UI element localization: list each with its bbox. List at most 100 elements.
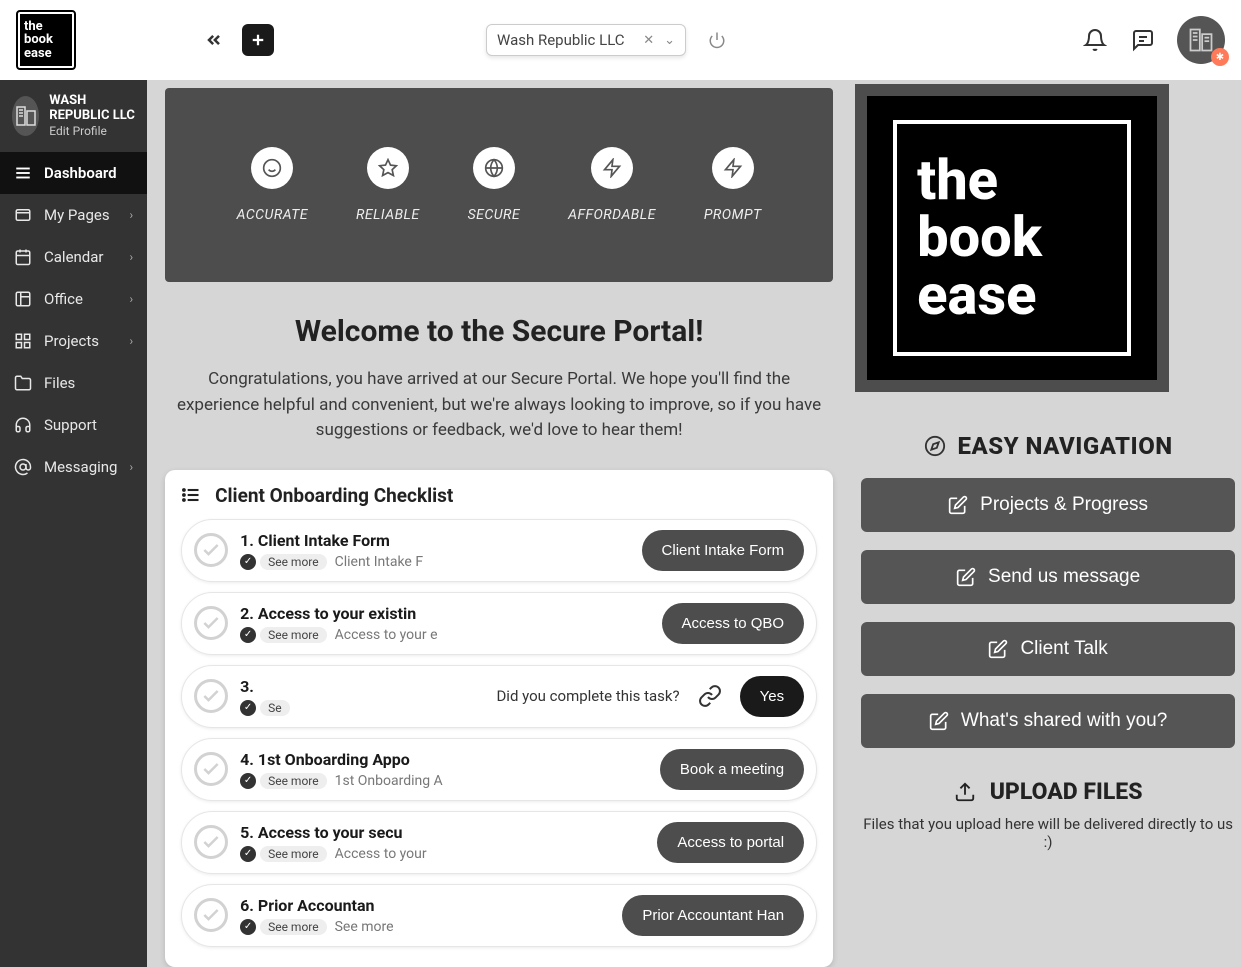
- calendar-icon: [14, 248, 32, 266]
- power-icon[interactable]: [708, 31, 726, 49]
- sidebar-item-label: Calendar: [44, 248, 104, 266]
- compass-icon: [924, 435, 946, 457]
- see-more-badge[interactable]: ✓Se: [240, 700, 290, 716]
- sidebar-item-office[interactable]: Office ›: [0, 278, 147, 320]
- chevron-down-icon[interactable]: ⌄: [664, 33, 675, 48]
- checklist-item: 1. Client Intake Form✓See moreClient Int…: [181, 519, 817, 582]
- collapse-sidebar-icon[interactable]: [198, 24, 230, 56]
- quick-nav-button[interactable]: What's shared with you?: [861, 694, 1235, 748]
- sidebar-item-calendar[interactable]: Calendar›: [0, 236, 147, 278]
- welcome-heading: Welcome to the Secure Portal!: [165, 314, 833, 349]
- task-prompt: Did you complete this task?: [496, 687, 679, 705]
- see-more-badge[interactable]: ✓See more: [240, 627, 327, 643]
- hubspot-badge-icon: ✱: [1211, 48, 1229, 66]
- clear-company-icon[interactable]: ✕: [643, 33, 654, 48]
- see-more-badge[interactable]: ✓See more: [240, 846, 327, 862]
- banner-item-prompt: PROMPT: [704, 147, 762, 223]
- top-bar: the book ease Wash Republic LLC ✕ ⌄ ✱: [0, 0, 1241, 80]
- chat-icon[interactable]: [1129, 26, 1157, 54]
- banner-label: PROMPT: [704, 207, 762, 223]
- company-name: Wash Republic LLC: [497, 31, 633, 49]
- quick-nav-button[interactable]: Projects & Progress: [861, 478, 1235, 532]
- edit-icon: [948, 495, 968, 515]
- checklist-action-button[interactable]: Client Intake Form: [642, 530, 805, 571]
- banner-item-reliable: RELIABLE: [356, 147, 420, 223]
- topbar-right: ✱: [1081, 16, 1225, 64]
- sidebar-item-projects[interactable]: Projects›: [0, 320, 147, 362]
- edit-profile-link[interactable]: Edit Profile: [49, 124, 135, 138]
- logo-line3: ease: [24, 47, 68, 61]
- chevron-right-icon: ›: [129, 292, 133, 306]
- sidebar-item-dashboard[interactable]: Dashboard: [0, 152, 147, 194]
- sidebar-item-files[interactable]: Files: [0, 362, 147, 404]
- checklist-item: 4. 1st Onboarding Appo ✓See more 1st Onboa…: [181, 738, 817, 801]
- quick-nav-label: What's shared with you?: [961, 710, 1167, 732]
- smile-icon: [251, 147, 293, 189]
- welcome-body: Congratulations, you have arrived at our…: [165, 367, 833, 444]
- sidebar-item-label: Dashboard: [44, 164, 117, 182]
- logo-line2: book: [24, 33, 68, 47]
- checklist-item: 2. Access to your existin✓See moreAccess…: [181, 592, 817, 655]
- add-button[interactable]: [242, 24, 274, 56]
- profile-row[interactable]: WASH REPUBLIC LLC Edit Profile: [0, 80, 147, 152]
- check-title: 3.: [240, 677, 484, 696]
- upload-icon: [954, 781, 976, 803]
- check-circle-icon[interactable]: [194, 825, 228, 859]
- sidebar-item-label: Files: [44, 374, 75, 392]
- globe-icon: [473, 147, 515, 189]
- building-icon: [12, 96, 39, 136]
- sidebar-item-label: My Pages: [44, 206, 110, 224]
- projects-icon: [14, 332, 32, 350]
- checklist-action-button[interactable]: Book a meeting: [660, 749, 804, 790]
- quick-nav-button[interactable]: Send us message: [861, 550, 1235, 604]
- brand-line3: ease: [917, 267, 1107, 324]
- check-circle-icon[interactable]: [194, 606, 228, 640]
- see-more-badge[interactable]: ✓See more: [240, 773, 327, 789]
- quick-nav-button[interactable]: Client Talk: [861, 622, 1235, 676]
- folder-icon: [14, 374, 32, 392]
- banner-label: AFFORDABLE: [568, 207, 656, 223]
- banner-label: ACCURATE: [237, 207, 308, 223]
- logo-line1: the: [24, 20, 68, 34]
- bell-icon[interactable]: [1081, 26, 1109, 54]
- avatar[interactable]: ✱: [1177, 16, 1225, 64]
- link-icon[interactable]: [698, 684, 722, 708]
- pages-icon: [14, 206, 32, 224]
- check-sub: Access to your: [335, 846, 427, 862]
- banner-item-affordable: AFFORDABLE: [568, 147, 656, 223]
- chevron-right-icon: ›: [129, 460, 133, 474]
- see-more-badge[interactable]: ✓See more: [240, 554, 327, 570]
- check-sub: See more: [335, 919, 394, 935]
- yes-button[interactable]: Yes: [740, 676, 804, 717]
- sidebar-item-label: Projects: [44, 332, 99, 350]
- check-sub: 1st Onboarding A: [335, 773, 443, 789]
- checklist-action-button[interactable]: Access to portal: [657, 822, 804, 863]
- sidebar: WASH REPUBLIC LLC Edit Profile Dashboard…: [0, 80, 147, 967]
- see-more-badge[interactable]: ✓See more: [240, 919, 327, 935]
- brand-line2: book: [917, 209, 1107, 266]
- sidebar-item-label: Messaging: [44, 458, 117, 476]
- star-icon: [367, 147, 409, 189]
- checklist-item: 6. Prior Accountan✓See moreSee morePrior…: [181, 884, 817, 947]
- brand-tile: the book ease: [855, 84, 1169, 392]
- checklist-action-button[interactable]: Access to QBO: [662, 603, 805, 644]
- sidebar-item-support[interactable]: Support: [0, 404, 147, 446]
- banner-item-secure: SECURE: [468, 147, 521, 223]
- check-circle-icon[interactable]: [194, 898, 228, 932]
- upload-label: UPLOAD FILES: [990, 778, 1143, 805]
- upload-heading: UPLOAD FILES: [861, 778, 1235, 805]
- logo[interactable]: the book ease: [16, 10, 76, 70]
- check-circle-icon[interactable]: [194, 679, 228, 713]
- check-circle-icon[interactable]: [194, 752, 228, 786]
- quick-nav-label: Client Talk: [1020, 638, 1107, 660]
- edit-icon: [956, 567, 976, 587]
- sidebar-item-label: Office: [44, 290, 83, 308]
- bolt-icon: [712, 147, 754, 189]
- check-title: 4. 1st Onboarding Appo: [240, 750, 648, 769]
- main-content: ACCURATE RELIABLE SECURE AFFORDABLE PROMPT W…: [147, 80, 1241, 967]
- checklist-action-button[interactable]: Prior Accountant Han: [622, 895, 804, 936]
- company-selector[interactable]: Wash Republic LLC ✕ ⌄: [486, 24, 686, 56]
- sidebar-item-messaging[interactable]: Messaging ›: [0, 446, 147, 488]
- check-circle-icon[interactable]: [194, 533, 228, 567]
- sidebar-item-my-pages[interactable]: My Pages›: [0, 194, 147, 236]
